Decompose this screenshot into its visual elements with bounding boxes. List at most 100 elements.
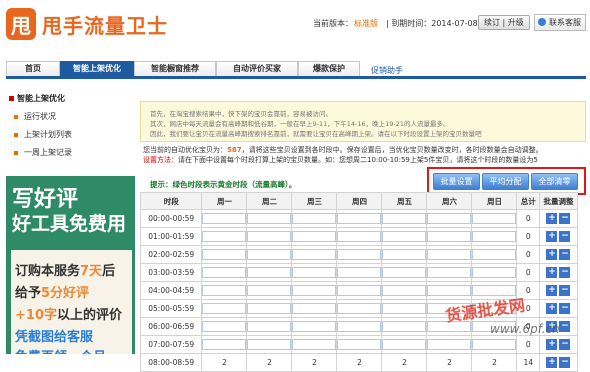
quantity-input[interactable] [382, 213, 427, 224]
quantity-input[interactable] [292, 303, 337, 314]
tab-home[interactable]: 首页 [6, 61, 60, 76]
increase-button[interactable]: + [546, 303, 558, 314]
quantity-input[interactable] [202, 321, 247, 332]
quantity-input[interactable] [337, 339, 382, 350]
quantity-input[interactable] [382, 339, 427, 350]
increase-button[interactable]: + [546, 213, 558, 224]
decrease-button[interactable]: − [559, 213, 571, 224]
increase-button[interactable]: + [546, 267, 558, 278]
col-header: 批量调整 [538, 192, 579, 210]
quantity-input[interactable] [247, 339, 292, 350]
quantity-input[interactable] [382, 321, 427, 332]
increase-button[interactable]: + [546, 249, 558, 260]
increase-button[interactable]: + [546, 231, 558, 242]
quantity-input[interactable] [337, 285, 382, 296]
quantity-input[interactable] [247, 303, 292, 314]
contact-service-button[interactable]: 联系客服 [534, 14, 586, 31]
quantity-input[interactable] [292, 321, 337, 332]
decrease-button[interactable]: − [559, 339, 571, 350]
setting-method-text: 设置方法：请在下面中设置每个时段打算上架的宝贝数量。如：您想周二10:00-10… [143, 156, 538, 164]
day-cell [471, 335, 518, 354]
tab-auto-review[interactable]: 自动评价买家 [216, 61, 298, 76]
quantity-input[interactable] [202, 213, 247, 224]
batch-adjust-cell: + − [538, 227, 579, 246]
quantity-input[interactable] [247, 285, 292, 296]
quantity-input[interactable]: 2 [383, 358, 425, 367]
quantity-input[interactable] [292, 339, 337, 350]
quantity-input[interactable] [382, 249, 427, 260]
tab-smart-listing[interactable]: 智能上架优化 [60, 61, 134, 76]
quantity-input[interactable] [382, 303, 427, 314]
sidebar-item-plan-list[interactable]: 上架计划列表 [6, 126, 135, 144]
renew-upgrade-button[interactable]: 续订 | 升级 [478, 15, 530, 30]
quantity-input[interactable] [337, 303, 382, 314]
tab-bestseller-protect[interactable]: 爆款保护 [298, 61, 360, 76]
quantity-input[interactable] [337, 249, 382, 260]
quantity-input[interactable] [427, 231, 472, 242]
col-header: 周五 [381, 192, 428, 210]
decrease-button[interactable]: − [559, 303, 571, 314]
increase-button[interactable]: + [546, 285, 558, 296]
decrease-button[interactable]: − [559, 321, 571, 332]
quantity-input[interactable] [247, 267, 292, 278]
quantity-input[interactable]: 2 [203, 358, 245, 367]
quantity-input[interactable] [472, 267, 517, 278]
quantity-input[interactable] [202, 339, 247, 350]
quantity-input[interactable] [292, 213, 337, 224]
table-row: 03:00-03:59 0 + − [139, 263, 579, 282]
quantity-input[interactable] [472, 339, 517, 350]
decrease-button[interactable]: − [559, 357, 571, 368]
quantity-input[interactable] [472, 213, 517, 224]
notice-line-3: 因此，我们要让宝贝在流量高峰期搜索排名靠前，就需要让宝贝在高峰期上架。请在以下时… [150, 130, 482, 138]
decrease-button[interactable]: − [559, 231, 571, 242]
increase-button[interactable]: + [546, 339, 558, 350]
quantity-input[interactable] [247, 231, 292, 242]
quantity-input[interactable] [472, 231, 517, 242]
quantity-input[interactable] [202, 267, 247, 278]
quantity-input[interactable] [292, 267, 337, 278]
increase-button[interactable]: + [546, 357, 558, 368]
quantity-input[interactable]: 2 [248, 358, 290, 367]
quantity-input[interactable] [292, 249, 337, 260]
quantity-input[interactable] [247, 249, 292, 260]
quantity-input[interactable] [247, 213, 292, 224]
quantity-input[interactable] [202, 231, 247, 242]
decrease-button[interactable]: − [559, 249, 571, 260]
quantity-input[interactable] [427, 339, 472, 350]
quantity-input[interactable]: 2 [293, 358, 335, 367]
quantity-input[interactable]: 2 [338, 358, 380, 367]
batch-set-button[interactable]: 批量设置 [433, 173, 480, 190]
quantity-input[interactable] [337, 231, 382, 242]
quantity-input[interactable] [337, 213, 382, 224]
quantity-input[interactable] [337, 267, 382, 278]
sidebar-item-status[interactable]: 运行状况 [6, 108, 135, 126]
quantity-input[interactable] [427, 213, 472, 224]
quantity-input[interactable] [247, 321, 292, 332]
decrease-button[interactable]: − [559, 267, 571, 278]
quantity-input[interactable] [427, 249, 472, 260]
quantity-input[interactable]: 2 [428, 358, 470, 367]
quantity-input[interactable] [382, 231, 427, 242]
tab-promotion-assistant[interactable]: 促销助手 [362, 64, 412, 78]
quantity-input[interactable] [382, 285, 427, 296]
decrease-button[interactable]: − [559, 285, 571, 296]
sidebar-item-week-log[interactable]: 一周上架记录 [6, 144, 135, 162]
quantity-input[interactable]: 2 [473, 358, 515, 367]
quantity-input[interactable] [427, 285, 472, 296]
quantity-input[interactable] [202, 249, 247, 260]
quantity-input[interactable] [382, 267, 427, 278]
quantity-input[interactable] [337, 321, 382, 332]
day-cell [336, 317, 383, 336]
quantity-input[interactable] [292, 231, 337, 242]
day-cell [201, 227, 248, 246]
clear-all-button[interactable]: 全部清零 [531, 173, 578, 190]
quantity-input[interactable] [472, 249, 517, 260]
quantity-input[interactable] [202, 285, 247, 296]
average-distribute-button[interactable]: 平均分配 [482, 173, 529, 190]
quantity-input[interactable] [427, 267, 472, 278]
promo-banner[interactable]: 写好评 好工具免费用 订购本服务7天后 给予5分好评 +10字以上的评价 凭截图… [6, 176, 135, 354]
quantity-input[interactable] [202, 303, 247, 314]
day-cell [471, 245, 518, 264]
tab-window-recommend[interactable]: 智能橱窗推荐 [134, 61, 216, 76]
quantity-input[interactable] [292, 285, 337, 296]
